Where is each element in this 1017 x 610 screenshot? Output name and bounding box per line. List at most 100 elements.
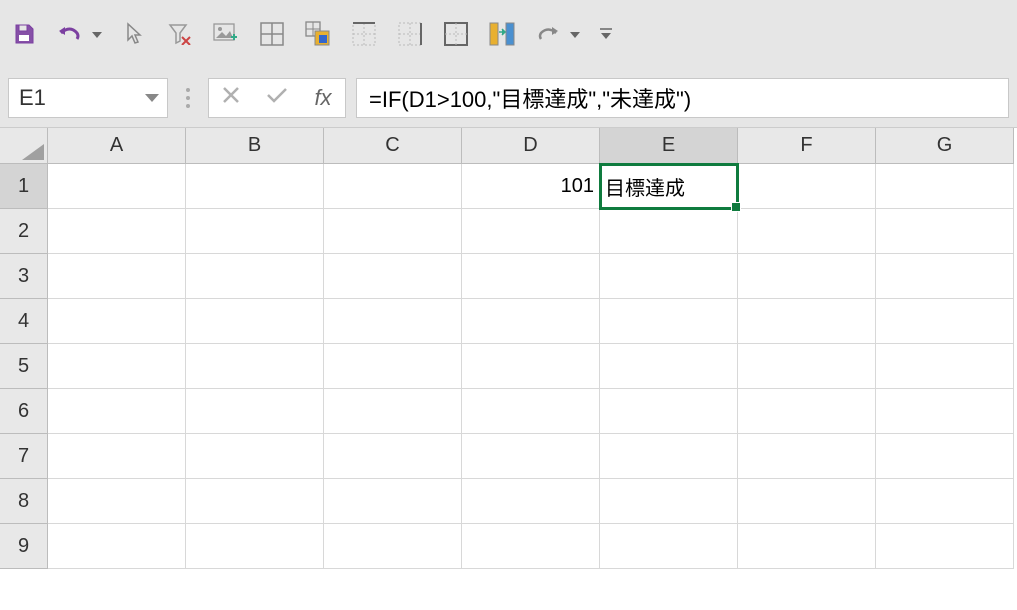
col-header-F[interactable]: F (738, 128, 876, 164)
cell-D5[interactable] (462, 344, 600, 389)
border-outside-icon[interactable] (442, 20, 470, 48)
cell-C1[interactable] (324, 164, 462, 209)
borders-all-icon[interactable] (258, 20, 286, 48)
cell-E7[interactable] (600, 434, 738, 479)
cell-F1[interactable] (738, 164, 876, 209)
cell-C8[interactable] (324, 479, 462, 524)
cell-E2[interactable] (600, 209, 738, 254)
row-header-5[interactable]: 5 (0, 344, 48, 389)
cell-B8[interactable] (186, 479, 324, 524)
cell-B2[interactable] (186, 209, 324, 254)
cell-C7[interactable] (324, 434, 462, 479)
cell-G7[interactable] (876, 434, 1014, 479)
formula-input[interactable]: =IF(D1>100,"目標達成","未達成") (356, 78, 1009, 118)
border-right-icon[interactable] (396, 20, 424, 48)
row-header-7[interactable]: 7 (0, 434, 48, 479)
col-header-G[interactable]: G (876, 128, 1014, 164)
row-header-3[interactable]: 3 (0, 254, 48, 299)
cell-C6[interactable] (324, 389, 462, 434)
cell-G5[interactable] (876, 344, 1014, 389)
expand-button[interactable] (178, 78, 198, 118)
cell-C3[interactable] (324, 254, 462, 299)
cell-D7[interactable] (462, 434, 600, 479)
cell-F3[interactable] (738, 254, 876, 299)
cell-E5[interactable] (600, 344, 738, 389)
row-header-9[interactable]: 9 (0, 524, 48, 569)
cell-B3[interactable] (186, 254, 324, 299)
compare-icon[interactable] (488, 20, 516, 48)
row-header-1[interactable]: 1 (0, 164, 48, 209)
paste-special-icon[interactable] (304, 20, 332, 48)
image-icon[interactable] (212, 20, 240, 48)
border-top-icon[interactable] (350, 20, 378, 48)
cursor-icon[interactable] (120, 20, 148, 48)
cell-D3[interactable] (462, 254, 600, 299)
cell-D9[interactable] (462, 524, 600, 569)
cell-F7[interactable] (738, 434, 876, 479)
filter-clear-icon[interactable] (166, 20, 194, 48)
cancel-icon[interactable] (219, 86, 243, 109)
cell-G9[interactable] (876, 524, 1014, 569)
cell-F5[interactable] (738, 344, 876, 389)
row-header-4[interactable]: 4 (0, 299, 48, 344)
cell-B4[interactable] (186, 299, 324, 344)
redo-icon[interactable] (534, 20, 562, 48)
cell-G1[interactable] (876, 164, 1014, 209)
cell-B1[interactable] (186, 164, 324, 209)
cell-A6[interactable] (48, 389, 186, 434)
cell-A9[interactable] (48, 524, 186, 569)
cell-C5[interactable] (324, 344, 462, 389)
cell-G8[interactable] (876, 479, 1014, 524)
select-all-corner[interactable] (0, 128, 48, 164)
customize-toolbar-icon[interactable] (598, 20, 614, 48)
cell-B6[interactable] (186, 389, 324, 434)
undo-dropdown-icon[interactable] (92, 25, 102, 43)
cell-E6[interactable] (600, 389, 738, 434)
cell-B7[interactable] (186, 434, 324, 479)
cell-A7[interactable] (48, 434, 186, 479)
cell-E4[interactable] (600, 299, 738, 344)
row-header-6[interactable]: 6 (0, 389, 48, 434)
cell-C9[interactable] (324, 524, 462, 569)
cell-A3[interactable] (48, 254, 186, 299)
cell-D1[interactable]: 101 (462, 164, 600, 209)
row-header-2[interactable]: 2 (0, 209, 48, 254)
cell-B5[interactable] (186, 344, 324, 389)
cell-C4[interactable] (324, 299, 462, 344)
cell-E3[interactable] (600, 254, 738, 299)
cell-G6[interactable] (876, 389, 1014, 434)
name-box[interactable]: E1 (8, 78, 168, 118)
row-header-8[interactable]: 8 (0, 479, 48, 524)
cell-D2[interactable] (462, 209, 600, 254)
cell-B9[interactable] (186, 524, 324, 569)
cell-F4[interactable] (738, 299, 876, 344)
cell-G3[interactable] (876, 254, 1014, 299)
col-header-D[interactable]: D (462, 128, 600, 164)
cell-E1[interactable]: 目標達成 (600, 164, 738, 209)
cell-F6[interactable] (738, 389, 876, 434)
cell-G2[interactable] (876, 209, 1014, 254)
cell-C2[interactable] (324, 209, 462, 254)
save-icon[interactable] (10, 20, 38, 48)
cell-F9[interactable] (738, 524, 876, 569)
undo-icon[interactable] (56, 20, 84, 48)
cell-G4[interactable] (876, 299, 1014, 344)
cell-A2[interactable] (48, 209, 186, 254)
col-header-C[interactable]: C (324, 128, 462, 164)
cell-D6[interactable] (462, 389, 600, 434)
cell-F2[interactable] (738, 209, 876, 254)
cell-D8[interactable] (462, 479, 600, 524)
col-header-B[interactable]: B (186, 128, 324, 164)
cell-A1[interactable] (48, 164, 186, 209)
cell-A4[interactable] (48, 299, 186, 344)
accept-icon[interactable] (265, 86, 289, 109)
col-header-E[interactable]: E (600, 128, 738, 164)
cell-A5[interactable] (48, 344, 186, 389)
cell-E9[interactable] (600, 524, 738, 569)
redo-dropdown-icon[interactable] (570, 25, 580, 43)
cell-D4[interactable] (462, 299, 600, 344)
col-header-A[interactable]: A (48, 128, 186, 164)
fx-icon[interactable]: fx (311, 85, 335, 111)
cell-A8[interactable] (48, 479, 186, 524)
cell-F8[interactable] (738, 479, 876, 524)
